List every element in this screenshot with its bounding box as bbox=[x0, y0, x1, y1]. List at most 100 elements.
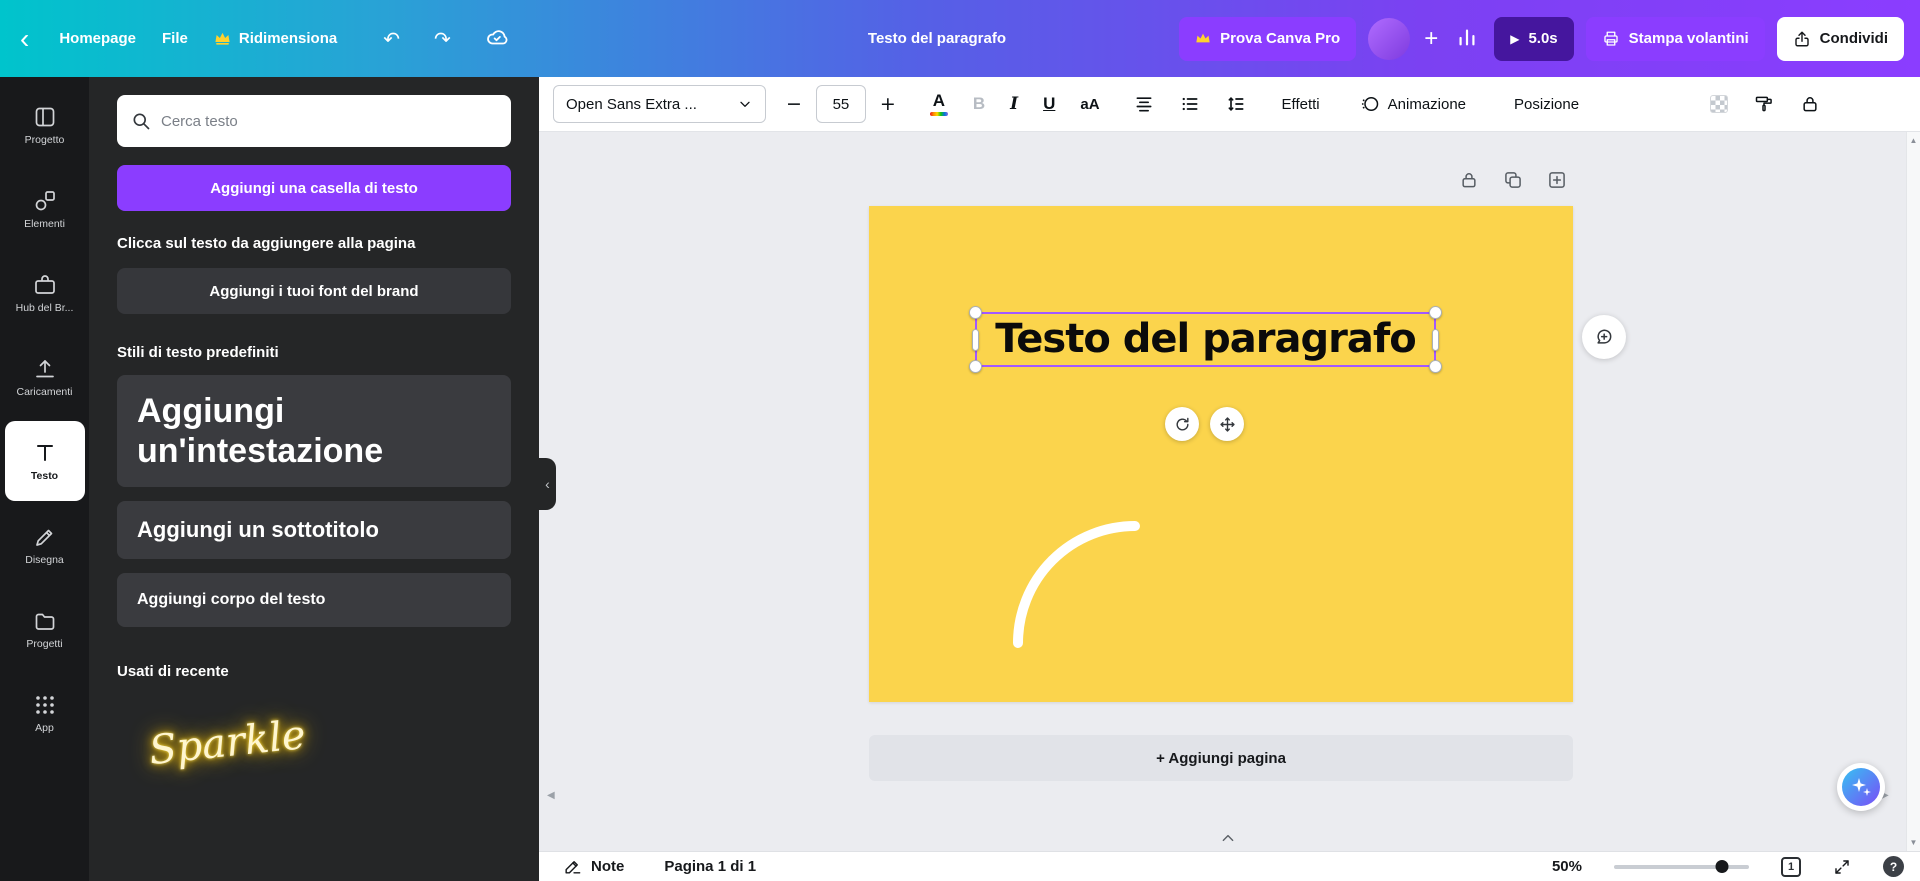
notes-button[interactable]: Note bbox=[563, 857, 624, 876]
topbar-right-group: Prova Canva Pro + ▶ 5.0s Stampa volantin… bbox=[1179, 17, 1904, 61]
duration-button[interactable]: ▶ 5.0s bbox=[1494, 17, 1573, 61]
search-input[interactable] bbox=[161, 113, 497, 130]
transparency-button[interactable] bbox=[1710, 95, 1728, 113]
animation-button[interactable]: Animazione bbox=[1360, 94, 1466, 114]
font-size-increase-button[interactable]: + bbox=[872, 93, 904, 115]
rotate-handle-button[interactable] bbox=[1165, 407, 1199, 441]
file-menu[interactable]: File bbox=[162, 30, 188, 47]
try-pro-button[interactable]: Prova Canva Pro bbox=[1179, 17, 1356, 61]
effects-button[interactable]: Effetti bbox=[1282, 96, 1320, 113]
scroll-down-arrow[interactable]: ▼ bbox=[1910, 838, 1918, 847]
avatar[interactable] bbox=[1368, 18, 1410, 60]
style-card-subheading[interactable]: Aggiungi un sottotitolo bbox=[117, 501, 511, 559]
share-button[interactable]: Condividi bbox=[1777, 17, 1904, 61]
styles-heading: Stili di testo predefiniti bbox=[117, 344, 511, 361]
style-card-heading[interactable]: Aggiungi un'intestazione bbox=[117, 375, 511, 487]
align-center-icon bbox=[1134, 94, 1154, 114]
scroll-left-arrow[interactable]: ◀ bbox=[547, 790, 555, 801]
expand-statusbar-chevron[interactable] bbox=[1214, 830, 1242, 846]
add-page-icon-button[interactable] bbox=[1547, 170, 1567, 190]
duplicate-page-button[interactable] bbox=[1503, 170, 1523, 190]
font-size-value[interactable]: 55 bbox=[816, 85, 866, 123]
style-card-body[interactable]: Aggiungi corpo del testo bbox=[117, 573, 511, 627]
rail-item-progetto[interactable]: Progetto bbox=[5, 85, 85, 165]
bold-button[interactable]: B bbox=[973, 94, 985, 114]
search-icon bbox=[131, 111, 151, 131]
page-indicator[interactable]: Pagina 1 di 1 bbox=[664, 858, 756, 875]
text-selection-box[interactable]: Testo del paragrafo bbox=[975, 312, 1436, 367]
grid-view-button[interactable]: 1 bbox=[1781, 857, 1801, 877]
font-selector[interactable]: Open Sans Extra ... bbox=[553, 85, 766, 123]
search-box[interactable] bbox=[117, 95, 511, 147]
selection-handle-right[interactable] bbox=[1432, 329, 1439, 351]
homepage-link[interactable]: Homepage bbox=[59, 30, 136, 47]
resize-menu[interactable]: Ridimensiona bbox=[214, 30, 337, 47]
back-icon[interactable]: ‹ bbox=[16, 25, 33, 53]
panel-collapse-tab[interactable]: ‹ bbox=[539, 458, 556, 510]
panel-hint: Clicca sul testo da aggiungere alla pagi… bbox=[117, 235, 511, 252]
lock-page-button[interactable] bbox=[1459, 170, 1479, 190]
curve-element[interactable] bbox=[869, 206, 1573, 702]
canvas-area[interactable]: Testo del paragrafo + Aggiungi pagina bbox=[539, 132, 1920, 851]
comment-bubble-icon bbox=[1594, 327, 1614, 347]
rail-item-hub-del-brand[interactable]: Hub del Br... bbox=[5, 253, 85, 333]
rail-item-progetti[interactable]: Progetti bbox=[5, 589, 85, 669]
move-handle-button[interactable] bbox=[1210, 407, 1244, 441]
undo-icon[interactable]: ↶ bbox=[379, 29, 404, 49]
add-textbox-button[interactable]: Aggiungi una casella di testo bbox=[117, 165, 511, 211]
insights-icon[interactable] bbox=[1452, 26, 1482, 51]
brand-hub-icon bbox=[33, 273, 57, 297]
selection-handle-left[interactable] bbox=[972, 329, 979, 351]
ai-assistant-button[interactable] bbox=[1837, 763, 1885, 811]
add-page-icon bbox=[1547, 170, 1567, 190]
chevron-up-icon bbox=[1221, 833, 1235, 843]
zoom-level[interactable]: 50% bbox=[1552, 858, 1582, 875]
alignment-button[interactable] bbox=[1134, 94, 1154, 114]
underline-button[interactable]: U bbox=[1043, 94, 1055, 114]
cloud-saved-icon[interactable] bbox=[481, 25, 513, 52]
selection-handle-nw[interactable] bbox=[969, 306, 982, 319]
rail-item-disegna[interactable]: Disegna bbox=[5, 505, 85, 585]
zoom-slider-thumb[interactable] bbox=[1716, 860, 1729, 873]
italic-button[interactable]: I bbox=[1010, 94, 1018, 114]
position-button[interactable]: Posizione bbox=[1514, 96, 1579, 113]
crown-icon bbox=[1195, 31, 1211, 47]
rail-item-caricamenti[interactable]: Caricamenti bbox=[5, 337, 85, 417]
brand-fonts-button[interactable]: Aggiungi i tuoi font del brand bbox=[117, 268, 511, 314]
copy-style-button[interactable] bbox=[1754, 94, 1774, 114]
add-page-button[interactable]: + Aggiungi pagina bbox=[869, 735, 1573, 781]
font-size-decrease-button[interactable]: − bbox=[778, 93, 810, 115]
spacing-button[interactable] bbox=[1226, 94, 1246, 114]
comment-button[interactable] bbox=[1582, 315, 1626, 359]
zoom-slider[interactable] bbox=[1614, 860, 1749, 874]
print-flyers-button[interactable]: Stampa volantini bbox=[1586, 17, 1765, 61]
selection-handle-ne[interactable] bbox=[1429, 306, 1442, 319]
text-color-button[interactable]: A bbox=[930, 92, 948, 116]
selection-handle-se[interactable] bbox=[1429, 360, 1442, 373]
play-icon: ▶ bbox=[1510, 32, 1519, 46]
design-page[interactable] bbox=[869, 206, 1573, 702]
scroll-up-arrow[interactable]: ▲ bbox=[1910, 136, 1918, 145]
selected-text[interactable]: Testo del paragrafo bbox=[977, 314, 1434, 364]
lock-button[interactable] bbox=[1800, 94, 1820, 114]
rail-item-app[interactable]: App bbox=[5, 673, 85, 753]
recent-text-style-sparkle[interactable]: Sparkle bbox=[147, 712, 308, 774]
case-button[interactable]: aA bbox=[1080, 96, 1099, 113]
help-button[interactable]: ? bbox=[1883, 856, 1904, 877]
rail-label: Progetti bbox=[26, 638, 62, 650]
bullet-list-icon bbox=[1180, 94, 1200, 114]
text-color-label: A bbox=[933, 92, 945, 109]
elements-icon bbox=[33, 189, 57, 213]
page-actions bbox=[1459, 170, 1567, 190]
document-title[interactable]: Testo del paragrafo bbox=[868, 30, 1006, 47]
add-member-icon[interactable]: + bbox=[1422, 25, 1440, 53]
fullscreen-button[interactable] bbox=[1833, 858, 1851, 876]
color-gradient-bar bbox=[930, 112, 948, 116]
selection-handle-sw[interactable] bbox=[969, 360, 982, 373]
zoom-slider-track bbox=[1614, 865, 1749, 869]
rail-item-testo[interactable]: Testo bbox=[5, 421, 85, 501]
vertical-scrollbar[interactable]: ▲ ▼ bbox=[1906, 132, 1920, 851]
redo-icon[interactable]: ↷ bbox=[430, 29, 455, 49]
list-button[interactable] bbox=[1180, 94, 1200, 114]
rail-item-elementi[interactable]: Elementi bbox=[5, 169, 85, 249]
